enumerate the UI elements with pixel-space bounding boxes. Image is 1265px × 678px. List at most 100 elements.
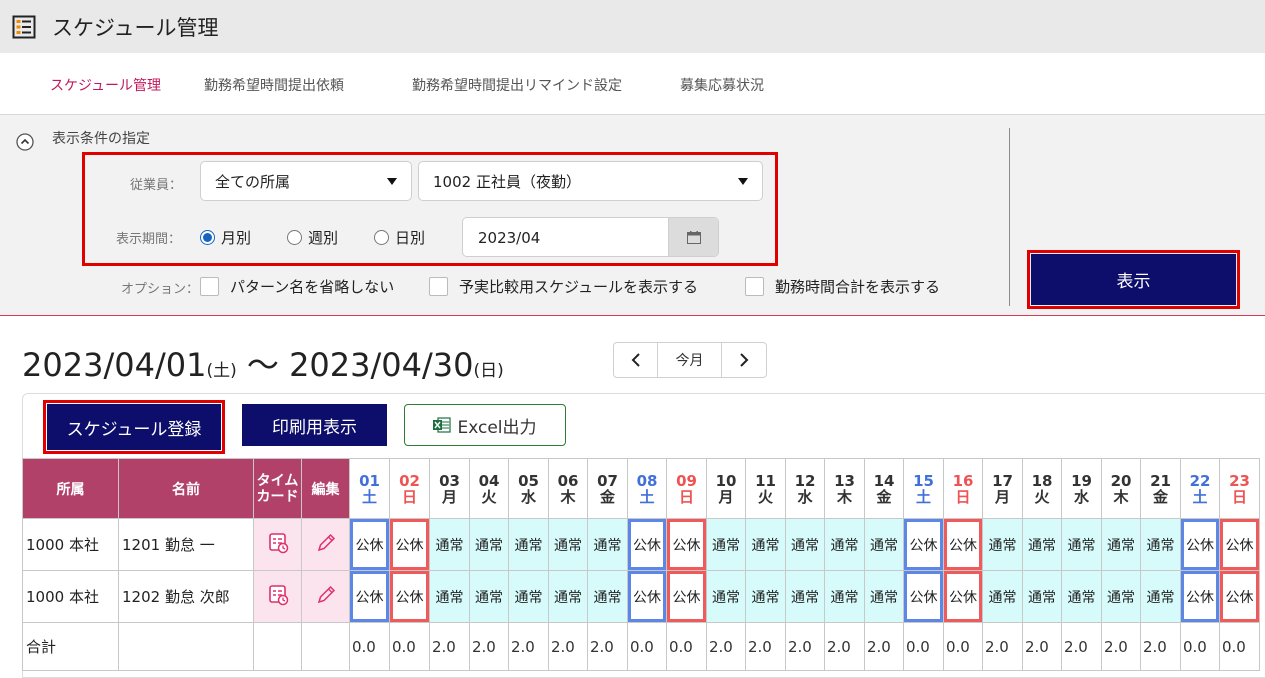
schedule-cell[interactable]: 通常	[706, 570, 746, 623]
schedule-cell[interactable]: 通常	[824, 518, 865, 571]
current-month-button[interactable]: 今月	[658, 343, 722, 377]
tab-work-request-reminder[interactable]: 勤務希望時間提出リマインド設定	[412, 75, 622, 95]
schedule-cell[interactable]: 公休	[666, 518, 707, 571]
schedule-cell[interactable]: 通常	[548, 518, 588, 571]
print-view-button[interactable]: 印刷用表示	[242, 404, 387, 446]
schedule-cell[interactable]: 通常	[706, 518, 746, 571]
day-header: 07 金	[587, 458, 628, 519]
schedule-cell[interactable]: 通常	[1101, 570, 1141, 623]
edit-pencil-icon[interactable]	[301, 570, 350, 623]
schedule-cell[interactable]: 通常	[508, 518, 549, 571]
schedule-cell[interactable]: 通常	[982, 570, 1023, 623]
day-number: 11	[755, 471, 776, 490]
schedule-cell[interactable]: 公休	[389, 518, 430, 571]
schedule-cell[interactable]: 公休	[349, 570, 390, 623]
day-number: 22	[1189, 471, 1211, 490]
chevron-right-icon	[740, 353, 749, 367]
schedule-cell[interactable]: 通常	[864, 518, 904, 571]
schedule-cell[interactable]: 通常	[745, 570, 786, 623]
day-of-week: 金	[599, 487, 615, 506]
excel-export-button[interactable]: Excel出力	[404, 404, 566, 446]
timecard-icon[interactable]	[253, 518, 302, 571]
schedule-cell[interactable]: 通常	[982, 518, 1023, 571]
option-total-hours-checkbox[interactable]: 勤務時間合計を表示する	[745, 276, 940, 297]
schedule-cell[interactable]: 公休	[1180, 518, 1220, 571]
empty-cell	[301, 622, 350, 671]
column-header-edit: 編集	[301, 458, 350, 519]
month-input[interactable]: 2023/04	[462, 217, 719, 257]
tab-work-request[interactable]: 勤務希望時間提出依頼	[204, 75, 344, 95]
schedule-cell[interactable]: 公休	[903, 518, 944, 571]
tab-bar: スケジュール管理 勤務希望時間提出依頼 勤務希望時間提出リマインド設定 募集応募…	[0, 53, 1265, 115]
schedule-cell[interactable]: 通常	[1140, 570, 1181, 623]
register-schedule-button[interactable]: スケジュール登録	[47, 404, 221, 450]
day-of-week: 土	[361, 487, 377, 506]
timecard-icon[interactable]	[253, 570, 302, 623]
schedule-cell[interactable]: 通常	[469, 518, 509, 571]
range-start: 2023/04/01	[22, 346, 207, 384]
schedule-cell[interactable]: 通常	[587, 518, 628, 571]
tab-schedule-management[interactable]: スケジュール管理	[50, 75, 161, 95]
day-of-week: 日	[955, 487, 971, 506]
schedule-cell[interactable]: 通常	[508, 570, 549, 623]
schedule-cell[interactable]: 公休	[1219, 570, 1260, 623]
schedule-cell[interactable]: 通常	[1061, 570, 1102, 623]
schedule-cell[interactable]: 公休	[389, 570, 430, 623]
schedule-cell[interactable]: 通常	[1140, 518, 1181, 571]
day-of-week: 火	[757, 487, 773, 506]
period-radio-monthly[interactable]: 月別	[200, 227, 251, 248]
schedule-cell[interactable]: 通常	[1101, 518, 1141, 571]
next-month-button[interactable]	[722, 343, 766, 377]
calendar-icon[interactable]	[668, 218, 718, 256]
schedule-cell[interactable]: 通常	[1022, 570, 1062, 623]
total-hours-cell: 2.0	[785, 622, 825, 671]
day-of-week: 木	[560, 487, 576, 506]
day-number: 05	[518, 471, 539, 490]
schedule-cell[interactable]: 公休	[1180, 570, 1220, 623]
show-button[interactable]: 表示	[1031, 254, 1236, 305]
schedule-cell[interactable]: 公休	[943, 570, 983, 623]
schedule-cell[interactable]: 通常	[469, 570, 509, 623]
day-of-week: 木	[836, 487, 852, 506]
schedule-cell[interactable]: 公休	[1219, 518, 1260, 571]
period-radio-daily[interactable]: 日別	[374, 227, 425, 248]
options-label: オプション：	[121, 282, 200, 297]
schedule-cell[interactable]: 通常	[429, 518, 470, 571]
department-select[interactable]: 全ての所属	[200, 161, 412, 201]
option-label: 予実比較用スケジュールを表示する	[459, 278, 698, 296]
day-number: 03	[439, 471, 460, 490]
schedule-cell[interactable]: 公休	[627, 518, 667, 571]
option-no-abbrev-checkbox[interactable]: パターン名を省略しない	[200, 276, 394, 297]
schedule-cell[interactable]: 通常	[824, 570, 865, 623]
checkbox-icon	[429, 277, 448, 296]
schedule-cell[interactable]: 通常	[785, 570, 825, 623]
tab-recruitment-status[interactable]: 募集応募状況	[680, 75, 764, 95]
schedule-cell[interactable]: 公休	[943, 518, 983, 571]
day-header: 17 月	[982, 458, 1023, 519]
option-compare-checkbox[interactable]: 予実比較用スケジュールを表示する	[429, 276, 698, 297]
schedule-cell[interactable]: 公休	[349, 518, 390, 571]
schedule-cell[interactable]: 通常	[1022, 518, 1062, 571]
range-separator: 〜	[246, 346, 279, 384]
schedule-cell[interactable]: 公休	[903, 570, 944, 623]
schedule-cell[interactable]: 通常	[548, 570, 588, 623]
schedule-cell[interactable]: 通常	[587, 570, 628, 623]
schedule-cell[interactable]: 通常	[745, 518, 786, 571]
period-radio-weekly[interactable]: 週別	[287, 227, 338, 248]
day-header: 18 火	[1022, 458, 1062, 519]
day-of-week: 日	[678, 487, 694, 506]
day-of-week: 金	[876, 487, 892, 506]
schedule-cell[interactable]: 通常	[429, 570, 470, 623]
chevron-up-icon[interactable]	[16, 133, 34, 151]
day-number: 21	[1150, 471, 1171, 490]
schedule-cell[interactable]: 公休	[627, 570, 667, 623]
prev-month-button[interactable]	[614, 343, 658, 377]
range-start-dow: (土)	[206, 361, 237, 381]
employee-select[interactable]: 1002 正社員（夜勤）	[418, 161, 763, 201]
schedule-cell[interactable]: 公休	[666, 570, 707, 623]
schedule-cell[interactable]: 通常	[864, 570, 904, 623]
schedule-cell[interactable]: 通常	[785, 518, 825, 571]
radio-icon	[287, 230, 302, 245]
edit-pencil-icon[interactable]	[301, 518, 350, 571]
schedule-cell[interactable]: 通常	[1061, 518, 1102, 571]
